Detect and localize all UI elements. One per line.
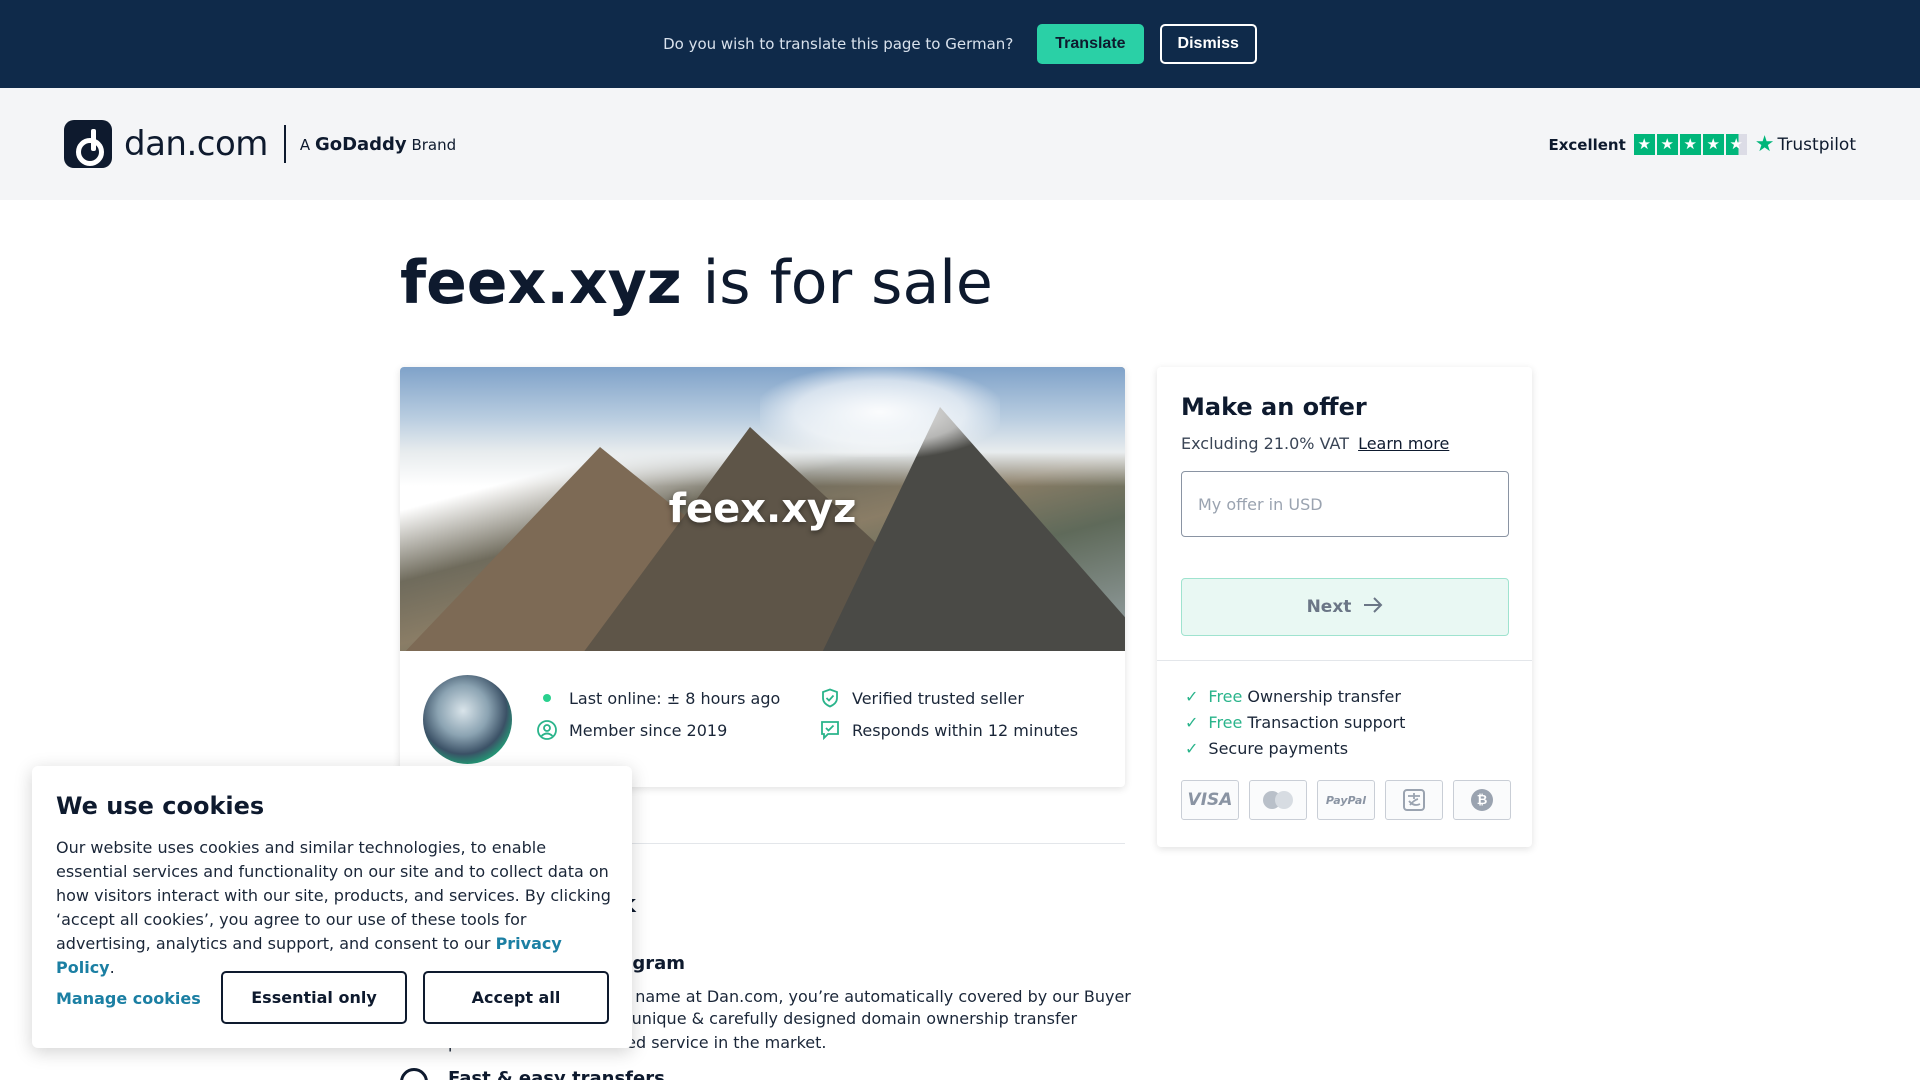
- benefit-transaction-support: ✓ Free Transaction support: [1185, 713, 1405, 732]
- next-label: Next: [1306, 597, 1352, 617]
- mastercard-icon: [1249, 780, 1307, 820]
- arrow-right-icon: [1363, 596, 1383, 618]
- domain-hero-card: feex.xyz Last online: ± 8 hours ago Memb…: [400, 367, 1125, 787]
- learn-more-link[interactable]: Learn more: [1358, 434, 1449, 453]
- trustpilot-logo: ★ Trustpilot: [1755, 132, 1856, 157]
- page-title: feex.xyz is for sale: [400, 248, 993, 318]
- benefit-text: Ownership transfer: [1247, 687, 1401, 706]
- translate-bar: Do you wish to translate this page to Ge…: [0, 0, 1920, 88]
- offer-title: Make an offer: [1181, 393, 1367, 421]
- vat-text: Excluding 21.0% VAT: [1181, 434, 1349, 453]
- site-header: dan.com A GoDaddy Brand Excellent ★ ★ ★ …: [0, 88, 1920, 200]
- trustpilot-rating: Excellent: [1548, 135, 1626, 154]
- bitcoin-icon: ₿: [1453, 780, 1511, 820]
- member-since-item: Member since 2019: [537, 720, 727, 740]
- cookie-period: .: [109, 958, 115, 977]
- vat-note: Excluding 21.0% VAT Learn more: [1181, 434, 1449, 453]
- brand-suffix: Brand: [411, 135, 457, 154]
- payment-methods: VISA PayPal ₿: [1181, 780, 1511, 820]
- user-circle-icon: [537, 720, 557, 740]
- star-icon: ★: [1633, 134, 1655, 155]
- verified-seller-item: Verified trusted seller: [820, 688, 1024, 708]
- buyer-protection-text-line2: r unique & carefully designed domain own…: [620, 1009, 1078, 1028]
- check-icon: ✓: [1185, 687, 1199, 706]
- trustpilot-star-icon: ★: [1754, 132, 1775, 157]
- cookie-title: We use cookies: [56, 792, 265, 820]
- shield-check-icon: [820, 688, 840, 708]
- make-offer-card: Make an offer Excluding 21.0% VAT Learn …: [1157, 367, 1532, 847]
- online-dot-icon: [537, 688, 557, 708]
- buyer-protection-text-line1: n name at Dan.com, you’re automatically …: [620, 987, 1131, 1006]
- free-label: Free: [1208, 687, 1243, 706]
- benefit-ownership-transfer: ✓ Free Ownership transfer: [1185, 687, 1401, 706]
- responds-text: Responds within 12 minutes: [852, 720, 1079, 740]
- trustpilot-name: Trustpilot: [1777, 134, 1856, 155]
- free-label: Free: [1208, 713, 1243, 732]
- benefit-secure-payments: ✓ Secure payments: [1185, 739, 1348, 758]
- visa-icon: VISA: [1181, 780, 1239, 820]
- star-icon: ★: [1656, 134, 1678, 155]
- cookie-consent-dialog: We use cookies Our website uses cookies …: [32, 766, 632, 1048]
- responds-item: Responds within 12 minutes: [820, 720, 1078, 740]
- next-button[interactable]: Next: [1181, 578, 1509, 636]
- benefit-text: Transaction support: [1247, 713, 1406, 732]
- godaddy-brand: A GoDaddy Brand: [300, 134, 456, 155]
- headline-rest: is for sale: [702, 248, 993, 318]
- dan-logo-icon: [64, 120, 112, 168]
- alipay-icon: [1385, 780, 1443, 820]
- logo-divider: [283, 125, 286, 163]
- offer-amount-input[interactable]: [1181, 471, 1509, 537]
- translate-prompt: Do you wish to translate this page to Ge…: [663, 35, 1014, 53]
- dan-logo[interactable]: dan.com A GoDaddy Brand: [64, 120, 456, 168]
- member-since-text: Member since 2019: [569, 720, 728, 740]
- check-icon: ✓: [1185, 739, 1199, 758]
- last-online-item: Last online: ± 8 hours ago: [537, 688, 780, 708]
- benefit-text: Secure payments: [1208, 739, 1349, 758]
- star-icon: ★: [1679, 134, 1701, 155]
- verified-seller-text: Verified trusted seller: [852, 688, 1024, 708]
- mountain-hero-image: feex.xyz: [400, 367, 1125, 651]
- cookie-body: Our website uses cookies and similar tec…: [56, 836, 611, 980]
- star-icon: ★: [1702, 134, 1724, 155]
- brand-prefix: A: [299, 135, 311, 154]
- translate-button[interactable]: Translate: [1037, 24, 1144, 64]
- clock-icon: [400, 1068, 428, 1080]
- paypal-icon: PayPal: [1317, 780, 1375, 820]
- last-online-text: Last online: ± 8 hours ago: [569, 688, 781, 708]
- hero-domain-text: feex.xyz: [668, 486, 857, 532]
- trustpilot-widget[interactable]: Excellent ★ ★ ★ ★ ★ ★ Trustpilot: [1548, 132, 1856, 157]
- check-icon: ✓: [1185, 713, 1199, 732]
- feature-title: Fast & easy transfers: [448, 1068, 665, 1080]
- headline-domain: feex.xyz: [400, 248, 682, 318]
- essential-only-button[interactable]: Essential only: [221, 971, 407, 1024]
- logo-text: dan.com: [124, 124, 268, 164]
- trustpilot-stars: ★ ★ ★ ★ ★: [1633, 134, 1747, 155]
- manage-cookies-link[interactable]: Manage cookies: [56, 989, 201, 1008]
- dismiss-button[interactable]: Dismiss: [1159, 24, 1257, 64]
- brand-name: GoDaddy: [314, 133, 407, 155]
- star-half-icon: ★: [1725, 134, 1747, 155]
- chat-check-icon: [820, 720, 840, 740]
- offer-divider: [1157, 660, 1532, 661]
- seller-avatar: [423, 675, 512, 764]
- accept-all-button[interactable]: Accept all: [423, 971, 609, 1024]
